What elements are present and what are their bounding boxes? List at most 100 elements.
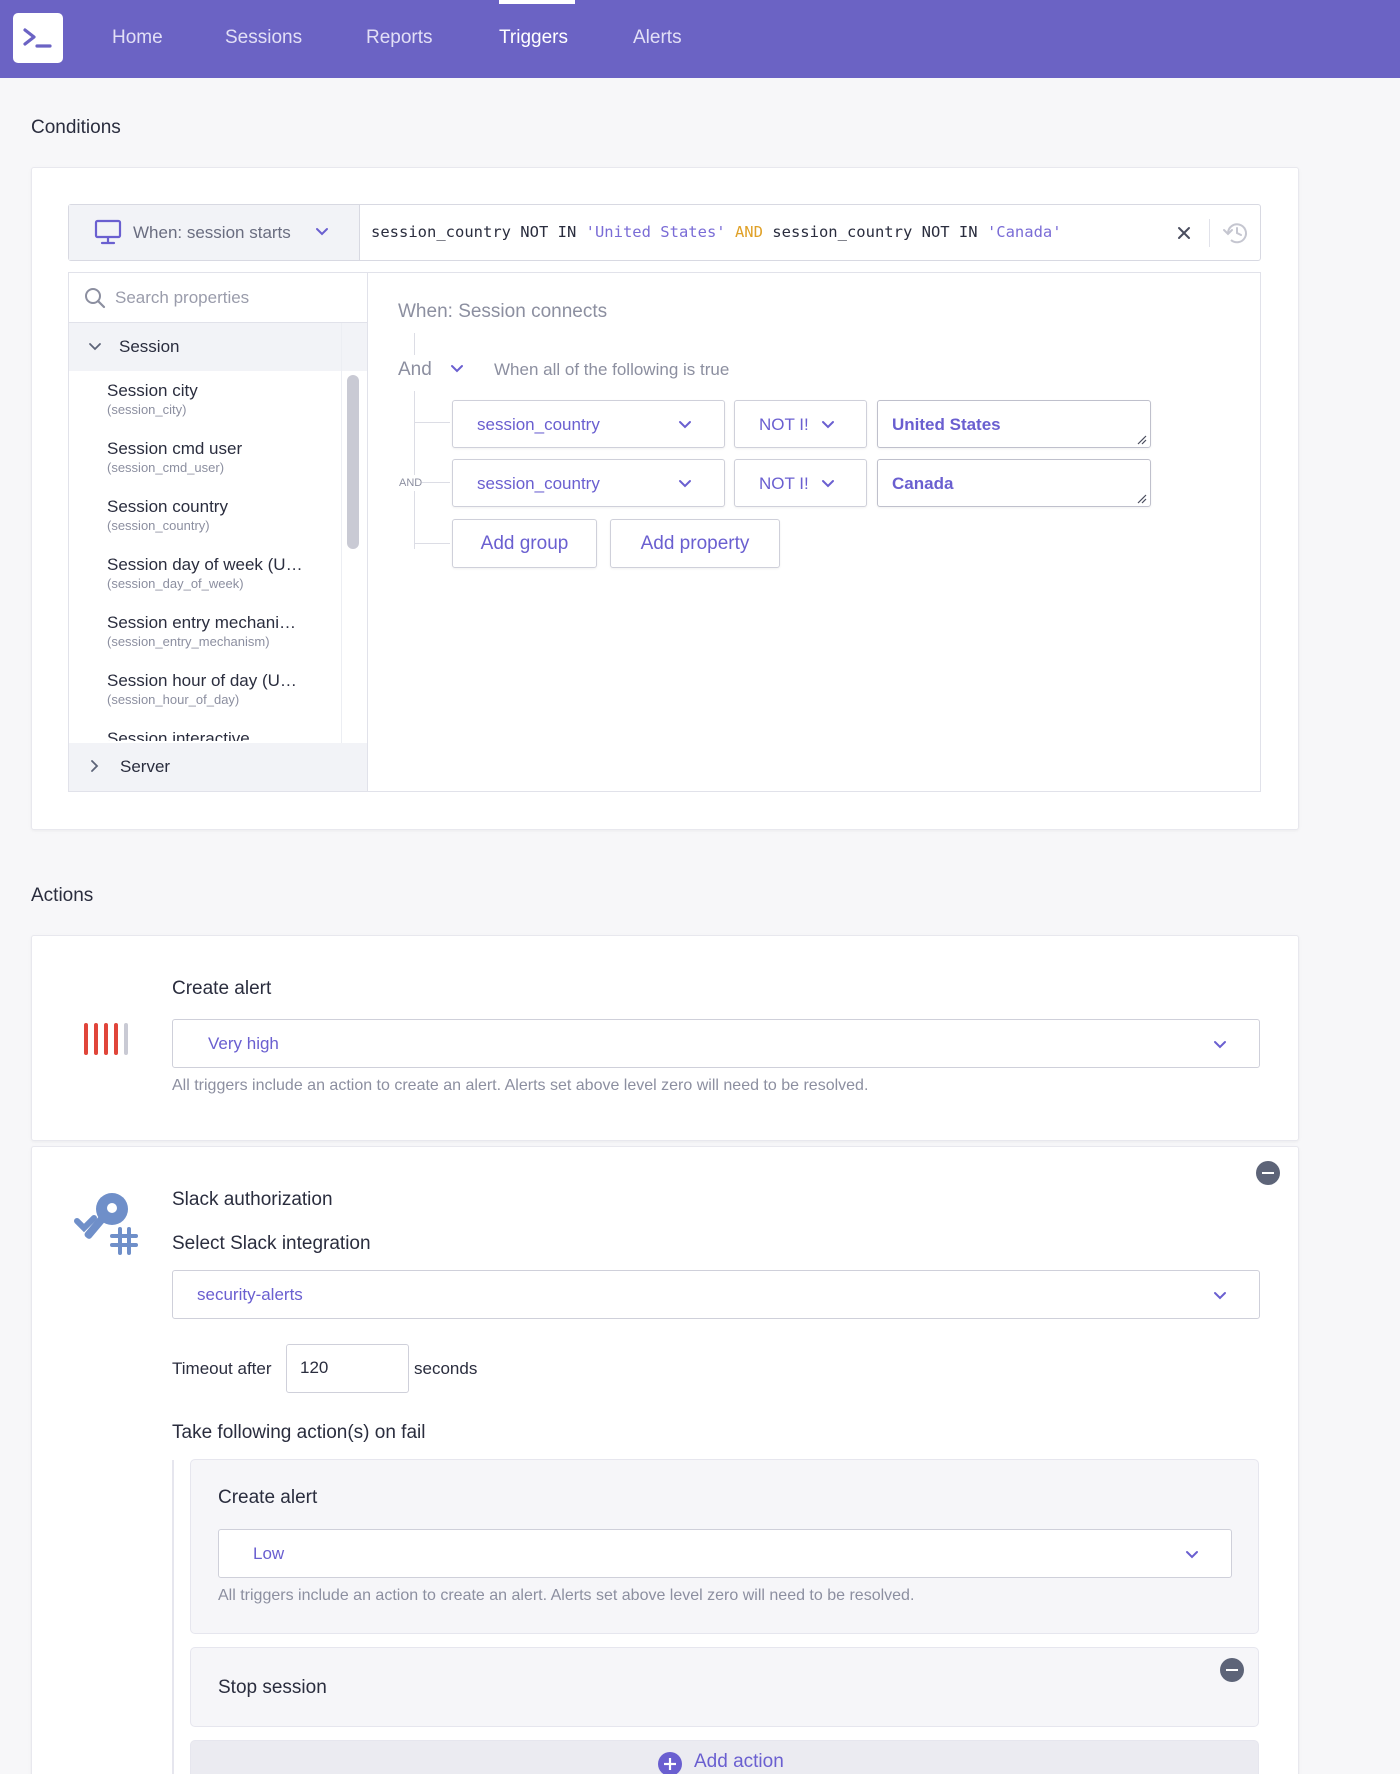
- when-trigger-select[interactable]: When: session starts: [69, 205, 360, 260]
- chevron-down-icon[interactable]: [450, 364, 464, 374]
- on-fail-label: Take following action(s) on fail: [172, 1422, 426, 1443]
- history-icon[interactable]: [1222, 220, 1250, 246]
- group-server-label: Server: [120, 757, 171, 776]
- property-list: Session city (session_city) Session cmd …: [69, 371, 367, 741]
- alert-level-value: Very high: [208, 1034, 279, 1053]
- property-select-value: session_country: [477, 474, 600, 493]
- create-alert-card: Create alert Very high All triggers incl…: [31, 935, 1299, 1141]
- chevron-down-icon: [1214, 1292, 1226, 1300]
- nav-alerts[interactable]: Alerts: [633, 27, 682, 49]
- resize-handle-icon[interactable]: [1135, 492, 1147, 504]
- create-alert-label: Create alert: [172, 978, 272, 999]
- tree-line: [414, 391, 415, 549]
- resize-handle-icon[interactable]: [1135, 433, 1147, 445]
- group-session-label: Session: [119, 337, 180, 356]
- property-list-scrollbar[interactable]: [347, 375, 359, 549]
- property-name: Session country: [107, 497, 228, 516]
- property-select-value: session_country: [477, 415, 600, 434]
- chevron-down-icon: [316, 228, 328, 236]
- nav-reports[interactable]: Reports: [366, 27, 433, 49]
- query-expression[interactable]: session_country NOT IN 'United States' A…: [371, 223, 1062, 241]
- slack-key-icon: [74, 1193, 138, 1255]
- value-input[interactable]: United States: [877, 400, 1151, 448]
- timeout-seconds-input[interactable]: 120: [286, 1344, 409, 1393]
- search-properties-input[interactable]: Search properties: [69, 273, 367, 323]
- add-property-button[interactable]: Add property: [610, 519, 780, 568]
- query-part: session_country NOT IN: [762, 223, 987, 241]
- property-key: (session_country): [107, 518, 210, 533]
- close-icon[interactable]: [1176, 225, 1192, 241]
- property-item[interactable]: Session day of week (U… (session_day_of_…: [107, 555, 303, 591]
- tree-line: [414, 333, 415, 355]
- tree-branch: [414, 543, 450, 544]
- nav-sessions[interactable]: Sessions: [225, 27, 302, 49]
- property-key: (session_cmd_user): [107, 460, 225, 475]
- group-session[interactable]: Session: [69, 323, 367, 371]
- actions-title: Actions: [31, 885, 94, 906]
- slack-integration-select[interactable]: security-alerts: [172, 1270, 1260, 1319]
- value-input-text: United States: [892, 415, 1001, 434]
- condition-builder: When: Session connects And When all of t…: [368, 272, 1261, 792]
- fail-alert-help-text: All triggers include an action to create…: [218, 1587, 915, 1604]
- app-logo[interactable]: [13, 13, 63, 63]
- add-group-button[interactable]: Add group: [452, 519, 597, 568]
- property-name: Session day of week (U…: [107, 555, 303, 574]
- property-item[interactable]: Session city (session_city): [107, 381, 198, 417]
- alert-level-select[interactable]: Very high: [172, 1019, 1260, 1068]
- property-key: (session_city): [107, 402, 187, 417]
- property-key: (session_entry_mechanism): [107, 634, 270, 649]
- property-key: (session_day_of_week): [107, 576, 244, 591]
- chevron-down-icon: [1186, 1551, 1198, 1559]
- property-name: Session city: [107, 381, 198, 400]
- fail-alert-level-select[interactable]: Low: [218, 1529, 1232, 1578]
- chevron-down-icon: [89, 343, 101, 351]
- nav-triggers[interactable]: Triggers: [499, 27, 568, 49]
- query-part: session_country NOT IN: [371, 223, 586, 241]
- property-name: Session cmd user: [107, 439, 243, 458]
- operator-select[interactable]: NOT I!: [734, 459, 867, 507]
- query-string-literal: 'United States': [585, 223, 726, 241]
- chevron-right-icon: [91, 760, 99, 772]
- property-name: Session interactive: [107, 729, 250, 741]
- property-key: (session_hour_of_day): [107, 692, 240, 707]
- plus-circle-icon: [658, 1752, 682, 1774]
- value-input[interactable]: Canada: [877, 459, 1151, 507]
- stop-session-card: Stop session: [190, 1647, 1259, 1727]
- property-select[interactable]: session_country: [452, 400, 725, 448]
- query-and-keyword: AND: [734, 223, 763, 241]
- top-navigation-bar: Home Sessions Reports Triggers Alerts: [0, 0, 1400, 78]
- slack-integration-value: security-alerts: [197, 1285, 303, 1304]
- operator-select[interactable]: NOT I!: [734, 400, 867, 448]
- monitor-icon: [94, 219, 122, 245]
- group-server[interactable]: Server: [69, 743, 367, 791]
- remove-action-button[interactable]: [1256, 1161, 1280, 1185]
- operator-select-value: NOT I!: [759, 474, 809, 493]
- chevron-down-icon: [679, 421, 691, 429]
- operator-select-value: NOT I!: [759, 415, 809, 434]
- property-browser: Search properties Session Session city (…: [68, 272, 368, 792]
- search-placeholder: Search properties: [115, 288, 250, 307]
- property-select[interactable]: session_country: [452, 459, 725, 507]
- property-item[interactable]: Session hour of day (U… (session_hour_of…: [107, 671, 297, 707]
- value-input-text: Canada: [892, 474, 954, 493]
- query-string-literal: 'Canada': [986, 223, 1062, 241]
- chevron-down-icon: [679, 480, 691, 488]
- tree-branch: [414, 422, 450, 423]
- property-item[interactable]: Session interactive: [107, 729, 250, 741]
- chevron-down-icon: [822, 421, 834, 429]
- query-divider: [1209, 219, 1210, 247]
- add-action-button[interactable]: Add action: [190, 1740, 1259, 1774]
- logic-select-label[interactable]: And: [398, 359, 432, 381]
- property-item[interactable]: Session country (session_country): [107, 497, 228, 533]
- property-item[interactable]: Session entry mechani… (session_entry_me…: [107, 613, 296, 649]
- fail-alert-level-value: Low: [253, 1544, 285, 1563]
- property-name: Session entry mechani…: [107, 613, 296, 632]
- property-item[interactable]: Session cmd user (session_cmd_user): [107, 439, 242, 475]
- fail-create-alert-label: Create alert: [218, 1487, 318, 1508]
- chevron-down-icon: [1214, 1041, 1226, 1049]
- and-connector-label: AND: [399, 475, 423, 491]
- nav-home[interactable]: Home: [112, 27, 163, 49]
- remove-stop-session-button[interactable]: [1220, 1658, 1244, 1682]
- timeout-seconds-value: 120: [300, 1358, 329, 1377]
- search-icon: [85, 288, 106, 309]
